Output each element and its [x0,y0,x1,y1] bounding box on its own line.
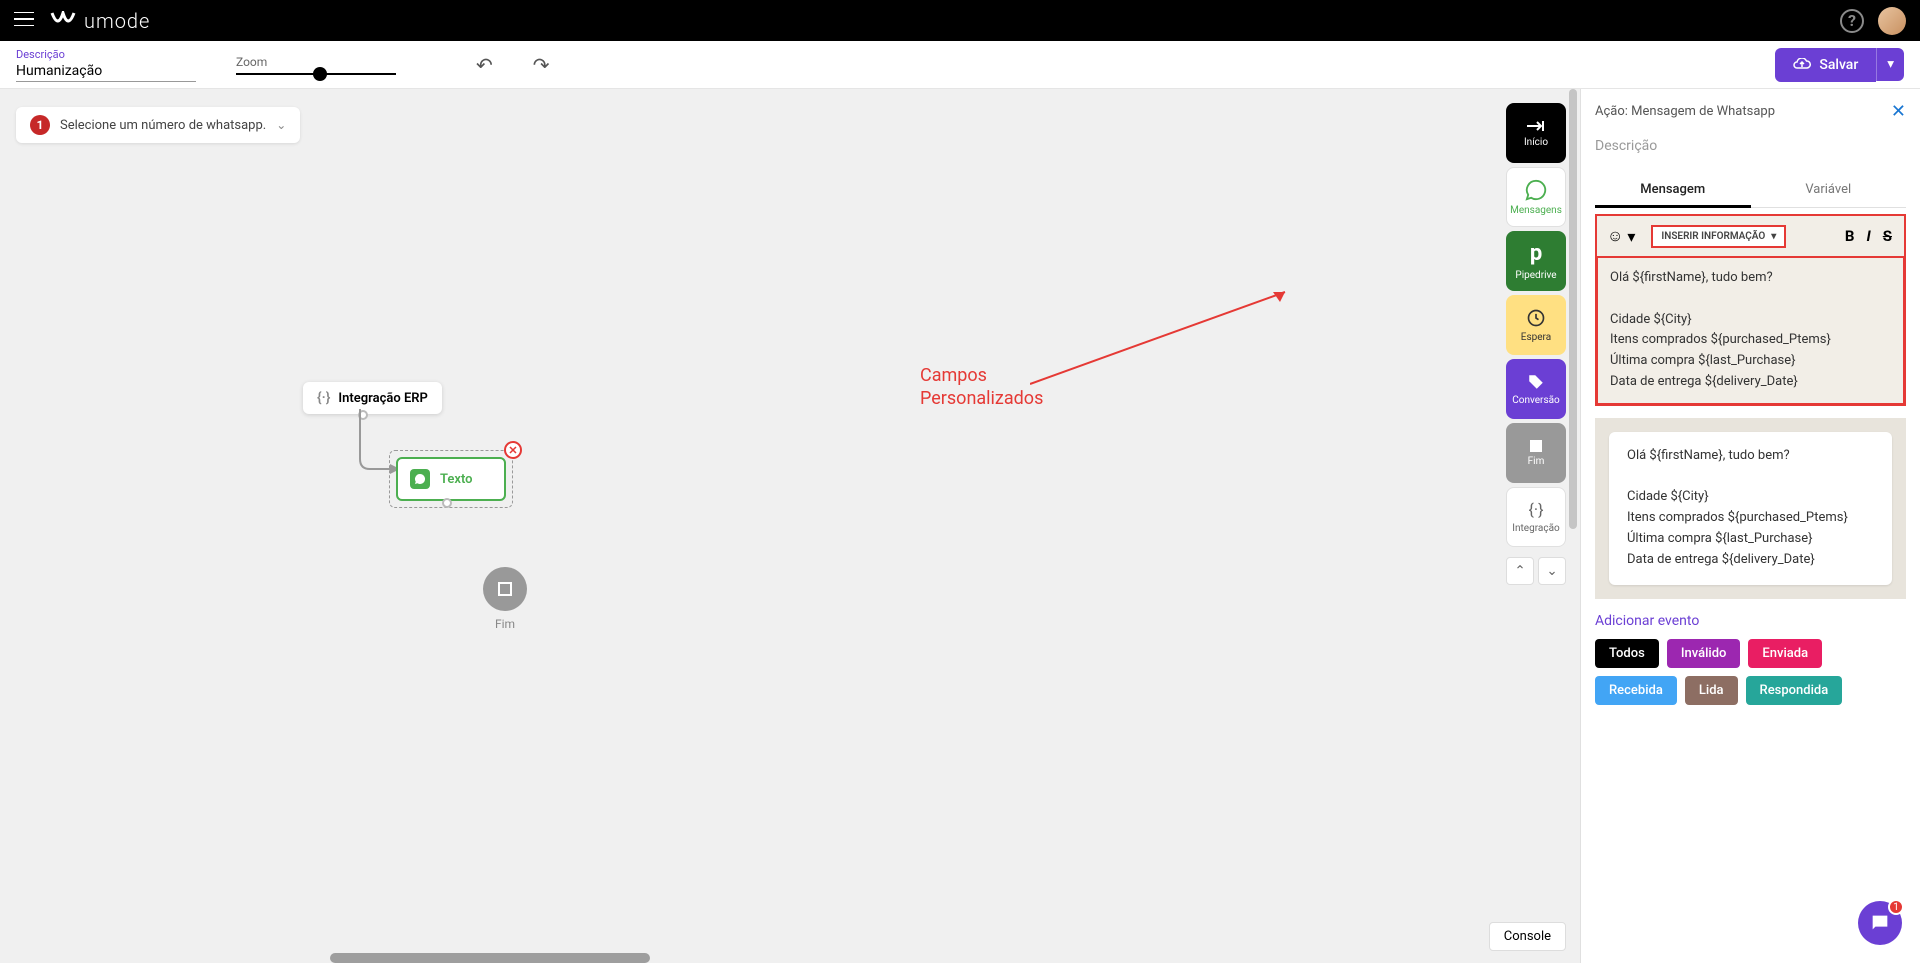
flow-canvas[interactable]: 1 Selecione um número de whatsapp. ⌄ {·}… [0,89,1580,963]
palette-integration[interactable]: {·} Integração [1506,487,1566,547]
event-tag-replied[interactable]: Respondida [1746,676,1843,705]
tab-message[interactable]: Mensagem [1595,172,1751,207]
tag-icon [1527,373,1545,391]
bold-button[interactable]: B [1845,227,1855,245]
braces-icon: {·} [1528,500,1543,519]
event-tags: Todos Inválido Enviada Recebida Lida Res… [1595,639,1906,705]
node-palette: Início Mensagens p Pipedrive Espera Conv… [1506,103,1566,585]
message-preview-area: Olá ${firstName}, tudo bem? Cidade ${Cit… [1595,418,1906,599]
italic-button[interactable]: I [1866,227,1870,245]
save-dropdown[interactable]: ▾ [1876,48,1904,81]
redo-icon[interactable]: ↷ [533,53,550,77]
palette-start[interactable]: Início [1506,103,1566,163]
user-avatar[interactable] [1878,7,1906,35]
stop-icon [1530,440,1542,452]
chevron-down-icon: ⌄ [276,118,286,132]
editor-toolbar: ☺ ▾ INSERIR INFORMAÇÃO ▾ B I S [1595,214,1906,258]
palette-up-button[interactable]: ⌃ [1506,557,1534,585]
whatsapp-icon [1525,179,1547,201]
console-button[interactable]: Console [1489,922,1566,951]
hamburger-icon[interactable] [14,11,34,30]
chat-badge: 1 [1888,899,1904,915]
event-tag-invalid[interactable]: Inválido [1667,639,1741,668]
event-tag-received[interactable]: Recebida [1595,676,1677,705]
event-tag-all[interactable]: Todos [1595,639,1659,668]
alert-badge: 1 [30,115,50,135]
editor-toolbar: Descrição Zoom ↶ ↷ Salvar ▾ [0,41,1920,89]
stop-icon [498,582,512,596]
brand-text: umode [84,9,150,33]
message-editor[interactable]: Olá ${firstName}, tudo bem? Cidade ${Cit… [1595,258,1906,406]
description-input[interactable] [16,61,196,82]
description-label: Descrição [16,48,196,61]
emoji-picker[interactable]: ☺ ▾ [1601,224,1641,248]
annotation-custom-fields: Campos Personalizados [920,364,1043,411]
message-preview-bubble: Olá ${firstName}, tudo bem? Cidade ${Cit… [1609,432,1892,585]
action-side-panel: Ação: Mensagem de Whatsapp ✕ Descrição M… [1580,89,1920,963]
annotation-arrow [1030,284,1300,394]
delete-node-icon[interactable]: ✕ [504,441,522,459]
help-icon[interactable]: ? [1840,9,1864,33]
node-end[interactable]: Fim [483,567,527,631]
alert-text: Selecione um número de whatsapp. [60,118,266,133]
node-integration-erp[interactable]: {·} Integração ERP [303,382,442,414]
connector-out[interactable] [442,498,452,508]
chevron-down-icon: ▾ [1627,227,1635,246]
node-label: Texto [440,472,473,487]
tab-variable[interactable]: Variável [1751,172,1907,207]
support-chat-fab[interactable]: 1 [1858,901,1902,945]
event-tag-sent[interactable]: Enviada [1748,639,1822,668]
app-header: umode ? [0,0,1920,41]
brand-logo[interactable]: umode [50,9,150,33]
node-whatsapp-text[interactable]: ✕ Texto [389,450,513,508]
palette-conversion[interactable]: Conversão [1506,359,1566,419]
zoom-label: Zoom [236,55,396,69]
canvas-horizontal-scrollbar[interactable] [330,953,650,963]
whatsapp-icon [410,469,430,489]
chat-icon [1869,912,1891,934]
insert-info-button[interactable]: INSERIR INFORMAÇÃO ▾ [1651,225,1786,248]
event-tag-read[interactable]: Lida [1685,676,1738,705]
pipedrive-icon: p [1530,241,1542,266]
add-event-heading: Adicionar evento [1595,613,1906,629]
zoom-slider[interactable] [236,73,396,75]
palette-end[interactable]: Fim [1506,423,1566,483]
canvas-vertical-scrollbar[interactable] [1569,89,1577,529]
editor-tabs: Mensagem Variável [1595,172,1906,208]
undo-icon[interactable]: ↶ [476,53,493,77]
palette-pipedrive[interactable]: p Pipedrive [1506,231,1566,291]
clock-icon [1526,308,1546,328]
palette-messages[interactable]: Mensagens [1506,167,1566,227]
save-button[interactable]: Salvar [1775,48,1876,82]
palette-wait[interactable]: Espera [1506,295,1566,355]
node-label: Integração ERP [338,391,427,406]
start-icon [1527,119,1545,133]
panel-title: Ação: Mensagem de Whatsapp [1595,104,1775,119]
palette-down-button[interactable]: ⌄ [1538,557,1566,585]
emoji-icon: ☺ [1607,226,1623,246]
strikethrough-button[interactable]: S [1883,227,1892,245]
cloud-upload-icon [1793,58,1811,72]
braces-icon: {·} [317,390,330,406]
node-label: Fim [495,617,515,631]
whatsapp-number-alert[interactable]: 1 Selecione um número de whatsapp. ⌄ [16,107,300,143]
close-icon[interactable]: ✕ [1891,101,1906,122]
connector-out[interactable] [358,410,368,420]
chevron-down-icon: ▾ [1771,231,1776,242]
panel-description-label: Descrição [1595,138,1906,154]
